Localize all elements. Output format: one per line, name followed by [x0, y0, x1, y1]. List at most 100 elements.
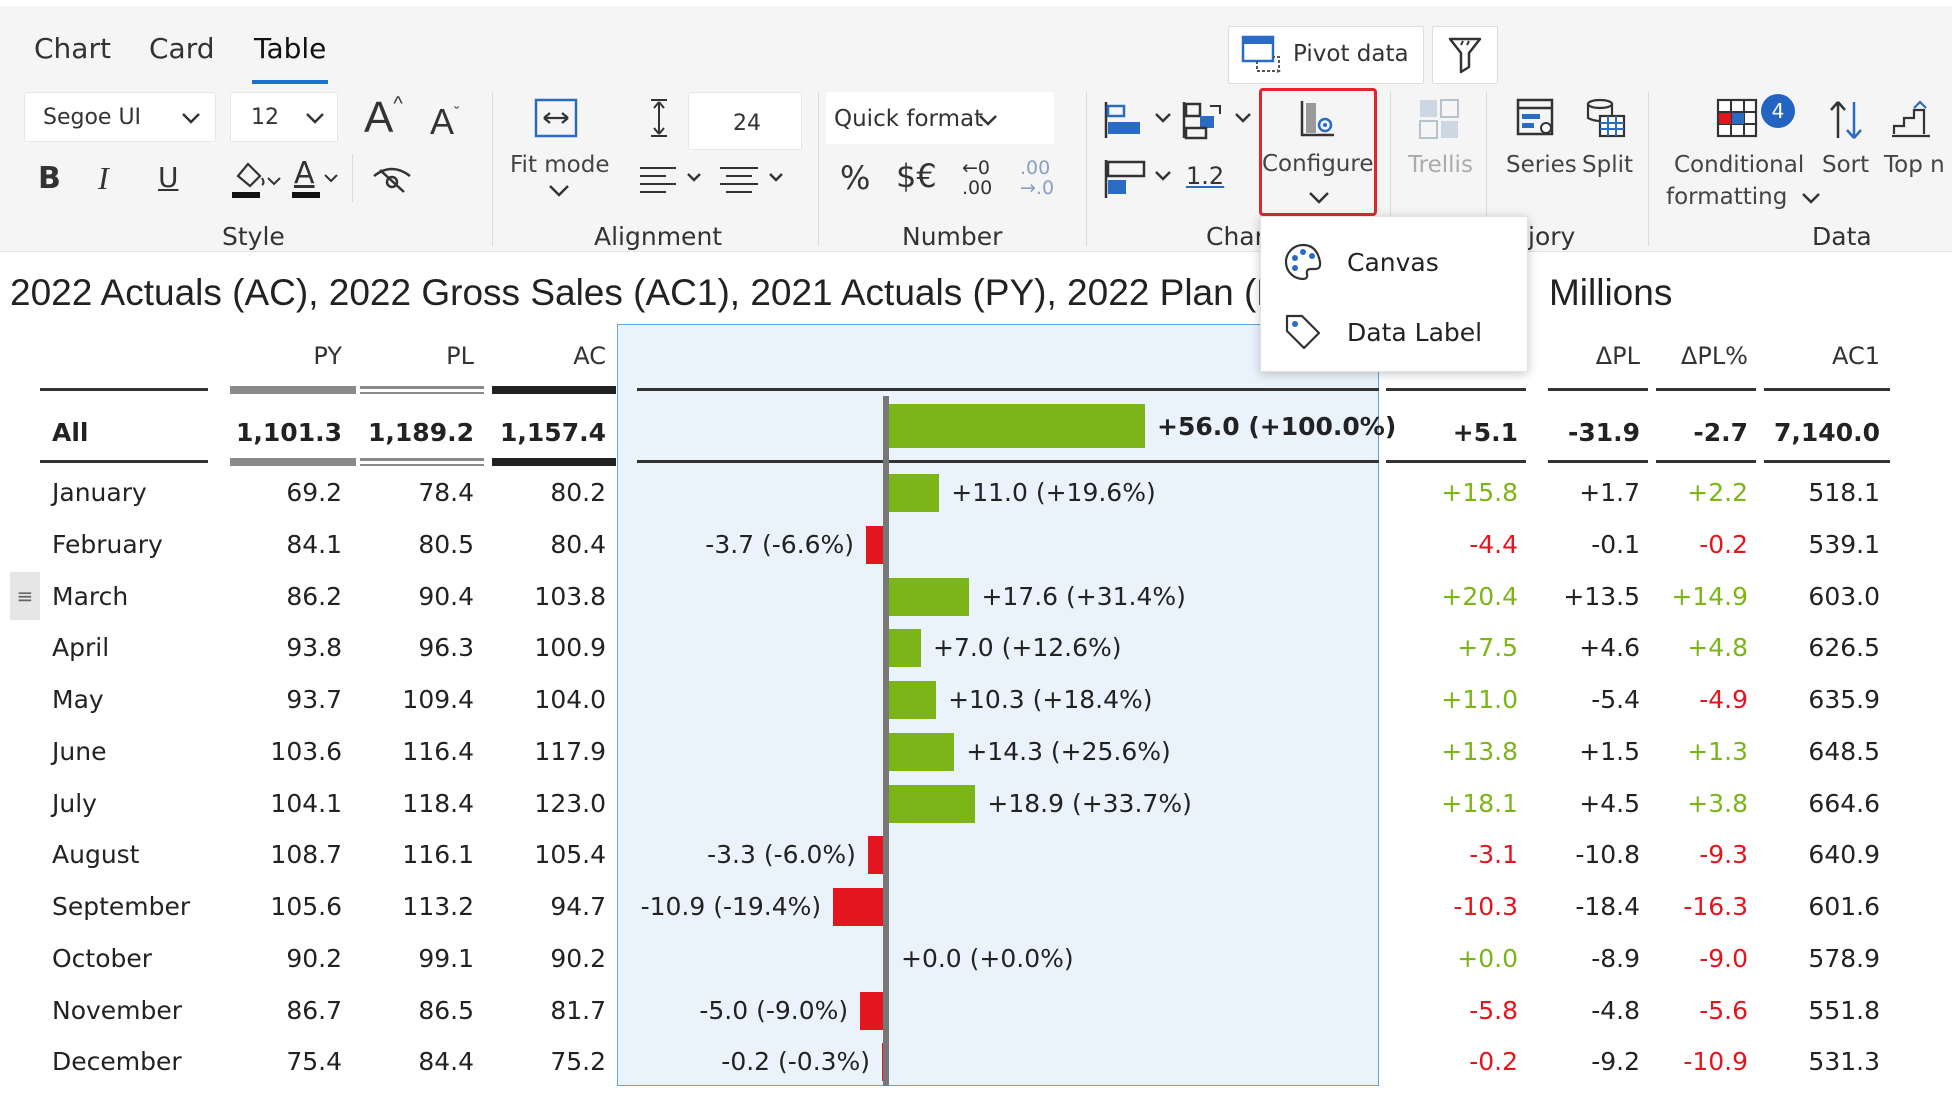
cell-pl: 78.4: [418, 478, 474, 507]
column-header[interactable]: PL: [334, 342, 474, 370]
variance-bar[interactable]: [889, 474, 940, 512]
tab-chart[interactable]: Chart: [34, 32, 111, 65]
row-label[interactable]: November: [52, 996, 182, 1025]
column-header[interactable]: ΔPL%: [1608, 342, 1748, 370]
menu-item-data-label[interactable]: Data Label: [1261, 297, 1529, 367]
row-height-input[interactable]: 24: [688, 92, 802, 150]
fill-color-icon[interactable]: [230, 156, 290, 202]
sort-icon[interactable]: [1826, 98, 1866, 142]
font-color-icon[interactable]: A: [292, 156, 344, 202]
underline-button[interactable]: U: [158, 164, 179, 192]
column-header[interactable]: AC1: [1740, 342, 1880, 370]
row-label[interactable]: December: [52, 1047, 182, 1076]
split-icon[interactable]: [1584, 98, 1626, 140]
variance-bar[interactable]: [882, 1043, 883, 1082]
quick-format-select[interactable]: Quick format: [826, 92, 1054, 144]
column-header[interactable]: PY: [202, 342, 342, 370]
pivot-data-button[interactable]: Pivot data: [1228, 26, 1424, 84]
variance-layout-icon[interactable]: [1104, 158, 1180, 200]
hide-icon[interactable]: [370, 162, 414, 196]
variance-bar[interactable]: [889, 577, 970, 616]
row-label[interactable]: September: [52, 892, 190, 921]
variance-bar[interactable]: [889, 732, 955, 771]
cell-ac1: 518.1: [1808, 478, 1880, 507]
fit-mode-label[interactable]: Fit mode: [510, 152, 610, 178]
variance-bar-label: +14.3 (+25.6%): [966, 736, 1171, 766]
currency-button[interactable]: $€: [896, 160, 937, 192]
row-label[interactable]: January: [52, 478, 147, 507]
cell-pl: 118.4: [402, 788, 474, 818]
align-left-icon[interactable]: [638, 164, 708, 194]
scale-button[interactable]: 1.2: [1186, 164, 1224, 188]
cell-ac1: 551.8: [1808, 995, 1880, 1025]
sort-label[interactable]: Sort: [1822, 152, 1869, 178]
conditional-formatting-label-2[interactable]: formatting: [1666, 184, 1821, 210]
cell-dplp: +2.2: [1687, 478, 1748, 507]
cell-py: 69.2: [286, 478, 342, 507]
italic-button[interactable]: I: [98, 162, 109, 194]
configure-button[interactable]: Configure: [1259, 88, 1377, 216]
chevron-down-icon[interactable]: [548, 184, 570, 198]
cell-dplp: -10.9: [1683, 1047, 1748, 1077]
total-bar[interactable]: [889, 404, 1145, 448]
series-icon[interactable]: [1516, 98, 1556, 140]
top-n-icon[interactable]: [1890, 100, 1932, 140]
waterfall-layout-icon[interactable]: [1182, 100, 1258, 140]
filter-button[interactable]: [1432, 26, 1498, 84]
chart-total-line: [637, 460, 1379, 463]
menu-item-canvas[interactable]: Canvas: [1261, 227, 1529, 297]
cell-pl: 84.4: [418, 1047, 474, 1077]
series-label[interactable]: Series: [1506, 152, 1577, 178]
variance-bar[interactable]: [866, 525, 883, 564]
row-label[interactable]: July: [52, 789, 97, 818]
column-header[interactable]: AC: [466, 342, 606, 370]
cell-delta: -3.1: [1469, 840, 1518, 870]
font-shrink-icon[interactable]: Aˇ: [430, 104, 459, 140]
bold-button[interactable]: B: [38, 164, 61, 194]
tab-card[interactable]: Card: [149, 32, 215, 65]
cell-delta: -10.3: [1453, 892, 1518, 921]
tab-table[interactable]: Table: [254, 32, 326, 65]
row-label[interactable]: February: [52, 530, 163, 559]
row-label[interactable]: August: [52, 840, 140, 869]
row-label[interactable]: October: [52, 944, 152, 973]
variance-bar-label: +18.9 (+33.7%): [987, 788, 1192, 818]
configure-label: Configure: [1262, 151, 1374, 177]
cell-ac1: 603.0: [1808, 581, 1880, 611]
row-drag-handle[interactable]: ≡: [10, 572, 40, 620]
variance-bar[interactable]: [889, 784, 976, 823]
cell-py: 93.7: [286, 685, 342, 714]
align-center-icon[interactable]: [718, 164, 790, 194]
split-label[interactable]: Split: [1582, 152, 1633, 178]
total-divider: [1764, 460, 1890, 463]
cell-dplp: -16.3: [1683, 892, 1748, 921]
variance-bar[interactable]: [867, 836, 883, 875]
fit-mode-icon[interactable]: [534, 98, 578, 138]
cell-py: 104.1: [270, 788, 342, 818]
conditional-formatting-icon[interactable]: [1716, 98, 1760, 140]
row-label[interactable]: May: [52, 685, 104, 714]
total-dplp: -2.7: [1693, 418, 1748, 447]
row-label[interactable]: March: [52, 582, 128, 611]
increase-decimals-button[interactable]: ←0 .00: [962, 158, 998, 202]
total-delta: +5.1: [1452, 418, 1518, 447]
chevron-down-icon: [1801, 193, 1820, 204]
row-label[interactable]: June: [52, 737, 106, 766]
bar-layout-icon[interactable]: [1104, 100, 1180, 140]
font-size-select[interactable]: 12: [230, 92, 338, 142]
font-grow-icon[interactable]: A^: [364, 94, 403, 140]
conditional-formatting-label[interactable]: Conditional: [1674, 152, 1804, 178]
variance-bar[interactable]: [860, 991, 883, 1030]
variance-bar[interactable]: [833, 888, 883, 926]
cell-ac: 80.4: [550, 529, 606, 559]
font-family-select[interactable]: Segoe UI: [24, 92, 216, 142]
percent-button[interactable]: %: [840, 162, 870, 194]
total-ac1: 7,140.0: [1774, 418, 1880, 447]
variance-bar[interactable]: [889, 681, 937, 719]
variance-bar[interactable]: [889, 629, 921, 668]
style-group-label: Style: [222, 222, 285, 251]
decrease-decimals-button[interactable]: .00 →.0: [1020, 158, 1060, 202]
top-n-label[interactable]: Top n: [1884, 152, 1945, 178]
total-divider: [1548, 460, 1648, 463]
row-label[interactable]: April: [52, 633, 109, 662]
